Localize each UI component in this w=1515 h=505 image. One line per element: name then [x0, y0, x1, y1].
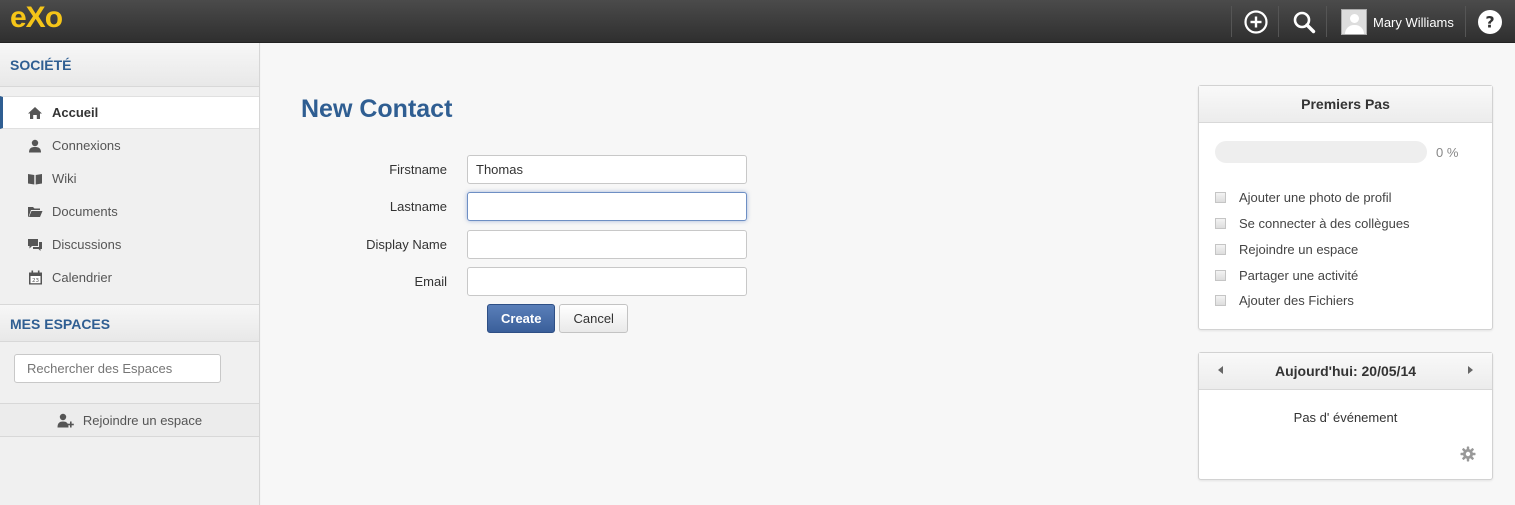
toolbar-divider — [1326, 6, 1327, 37]
sidebar-item-label: Discussions — [52, 237, 122, 252]
left-sidebar: SOCIÉTÉ Accueil Connexions Wiki Document… — [0, 43, 260, 505]
firstname-label: Firstname — [389, 162, 447, 177]
sidebar-item-label: Documents — [52, 204, 118, 219]
company-section-title: SOCIÉTÉ — [0, 43, 259, 87]
display-name-field[interactable] — [467, 230, 747, 259]
task-label: Se connecter à des collègues — [1239, 216, 1410, 231]
page-title: New Contact — [301, 95, 453, 123]
task-label: Rejoindre un espace — [1239, 242, 1359, 257]
checkbox[interactable] — [1215, 244, 1226, 255]
chat-icon — [26, 237, 44, 253]
sidebar-item-calendrier[interactable]: 23 Calendrier — [0, 261, 259, 294]
book-icon — [26, 171, 44, 187]
exo-logo[interactable]: eXo — [10, 1, 63, 34]
task-item[interactable]: Partager une activité — [1215, 268, 1358, 283]
email-row: Email — [261, 267, 747, 296]
cancel-button[interactable]: Cancel — [559, 304, 628, 333]
spaces-search-input[interactable] — [14, 354, 221, 383]
sidebar-item-label: Wiki — [52, 171, 77, 186]
gear-icon[interactable] — [1460, 446, 1476, 465]
sidebar-item-connexions[interactable]: Connexions — [0, 129, 259, 162]
sidebar-item-wiki[interactable]: Wiki — [0, 162, 259, 195]
email-label: Email — [414, 274, 447, 289]
display-name-row: Display Name — [261, 230, 747, 259]
help-icon[interactable]: ? — [1477, 9, 1503, 35]
join-space-button[interactable]: Rejoindre un espace — [0, 403, 259, 437]
avatar — [1341, 9, 1367, 35]
spaces-section-title: MES ESPACES — [0, 304, 259, 342]
progress-text: 0 % — [1436, 145, 1459, 160]
calendar-header: Aujourd'hui: 20/05/14 — [1199, 353, 1492, 390]
top-navigation-bar: eXo Mary Williams ? — [0, 0, 1515, 43]
user-menu[interactable]: Mary Williams — [1341, 9, 1454, 35]
toolbar-divider — [1278, 6, 1279, 37]
task-label: Ajouter des Fichiers — [1239, 293, 1354, 308]
svg-text:?: ? — [1485, 13, 1494, 32]
sidebar-item-label: Connexions — [52, 138, 121, 153]
checkbox[interactable] — [1215, 270, 1226, 281]
task-label: Ajouter une photo de profil — [1239, 190, 1392, 205]
user-name: Mary Williams — [1373, 14, 1454, 30]
lastname-label: Lastname — [389, 199, 447, 214]
task-label: Partager une activité — [1239, 268, 1359, 283]
display-name-label: Display Name — [366, 237, 447, 252]
next-day-icon[interactable] — [1468, 366, 1473, 374]
checkbox[interactable] — [1215, 218, 1226, 229]
add-user-icon — [57, 413, 74, 428]
sidebar-item-label: Calendrier — [52, 270, 112, 285]
calendar-icon: 23 — [26, 270, 44, 286]
svg-text:23: 23 — [32, 278, 39, 284]
firstname-row: Firstname — [261, 155, 747, 184]
email-field[interactable] — [467, 267, 747, 296]
calendar-title: Aujourd'hui: 20/05/14 — [1274, 363, 1417, 379]
checkbox[interactable] — [1215, 192, 1226, 203]
logo-text: eXo — [10, 1, 63, 34]
user-icon — [26, 138, 44, 154]
form-actions: Create Cancel — [487, 304, 628, 333]
task-item[interactable]: Se connecter à des collègues — [1215, 216, 1410, 231]
sidebar-item-label: Accueil — [52, 105, 99, 120]
sidebar-item-documents[interactable]: Documents — [0, 195, 259, 228]
task-item[interactable]: Ajouter une photo de profil — [1215, 190, 1392, 205]
getting-started-widget: Premiers Pas 0 % Ajouter une photo de pr… — [1198, 85, 1493, 330]
firstname-field[interactable] — [467, 155, 747, 184]
previous-day-icon[interactable] — [1218, 366, 1223, 374]
folder-icon — [26, 204, 44, 220]
progress-bar — [1215, 141, 1427, 163]
search-icon[interactable] — [1291, 9, 1317, 35]
checkbox[interactable] — [1215, 295, 1226, 306]
getting-started-title: Premiers Pas — [1199, 86, 1492, 123]
lastname-field[interactable] — [467, 192, 747, 221]
toolbar-divider — [1465, 6, 1466, 37]
main-content: New Contact Firstname Lastname Display N… — [261, 43, 1515, 505]
join-space-label: Rejoindre un espace — [82, 412, 203, 428]
home-icon — [26, 105, 44, 121]
calendar-widget: Aujourd'hui: 20/05/14 Pas d' événement — [1198, 352, 1493, 480]
sidebar-item-accueil[interactable]: Accueil — [0, 96, 259, 129]
toolbar-divider — [1231, 6, 1232, 37]
lastname-row: Lastname — [261, 192, 747, 221]
no-event-text: Pas d' événement — [1293, 410, 1398, 425]
create-button[interactable]: Create — [487, 304, 556, 333]
task-item[interactable]: Rejoindre un espace — [1215, 242, 1358, 257]
sidebar-item-discussions[interactable]: Discussions — [0, 228, 259, 261]
task-item[interactable]: Ajouter des Fichiers — [1215, 293, 1354, 308]
add-icon[interactable] — [1243, 9, 1269, 35]
